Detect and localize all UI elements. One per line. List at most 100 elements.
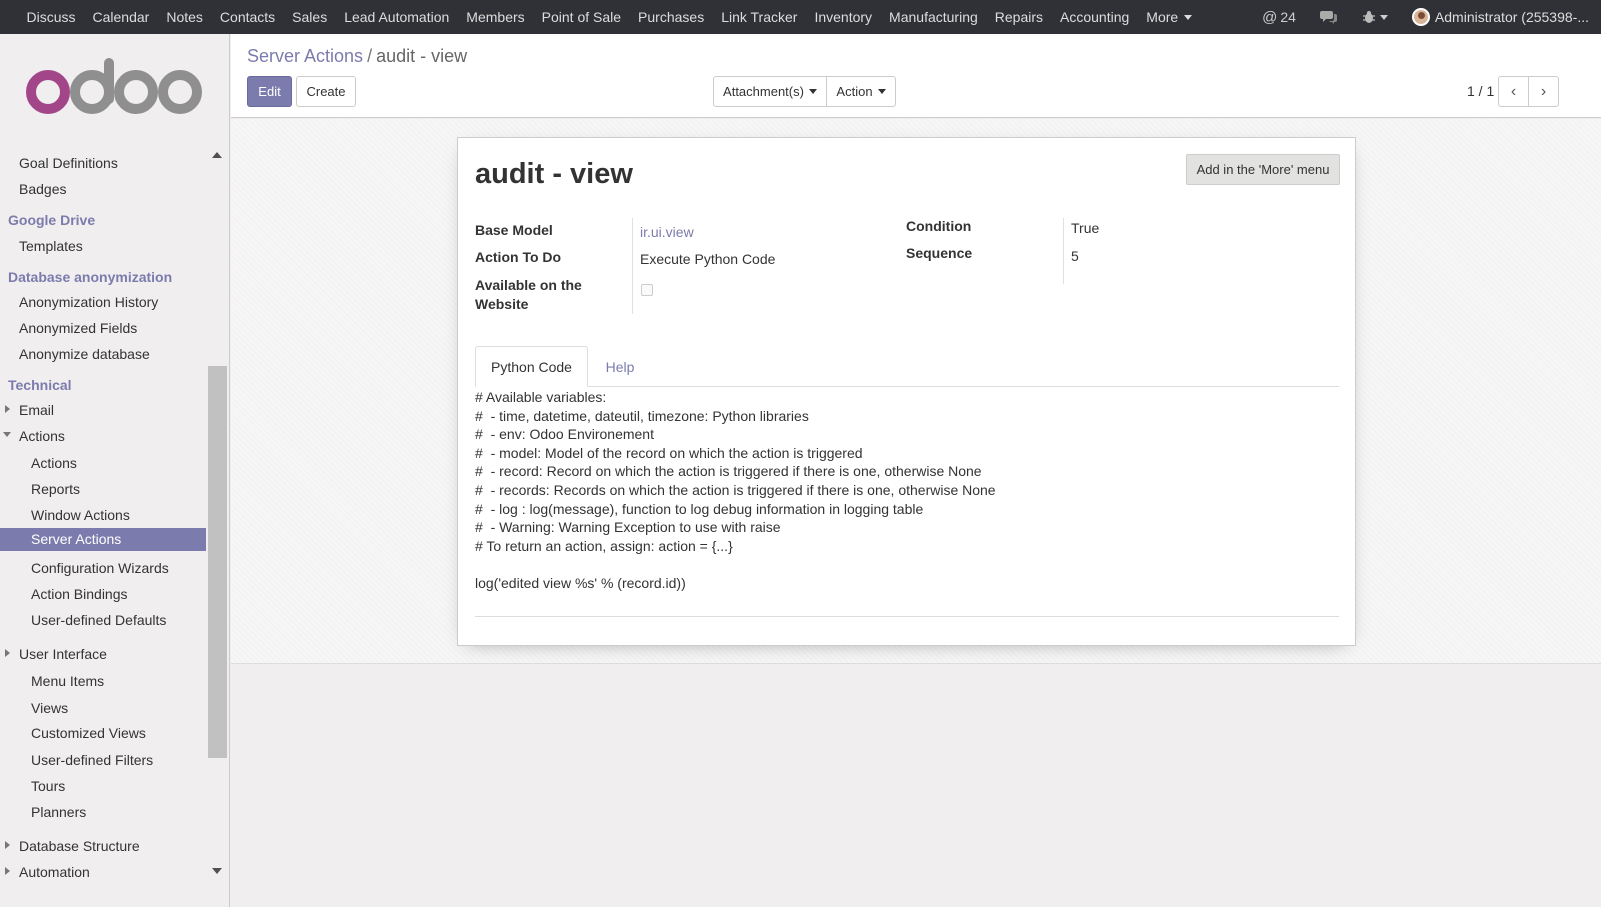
- website-checkbox[interactable]: [641, 284, 653, 296]
- user-menu[interactable]: Administrator (255398-...: [1411, 8, 1591, 26]
- python-code-editor[interactable]: # Available variables: # - time, datetim…: [475, 388, 1339, 593]
- chat-icon[interactable]: [1319, 9, 1338, 25]
- control-panel: Server Actions / audit - view Edit Create …: [231, 34, 1601, 118]
- menu-calendar[interactable]: Calendar: [84, 0, 158, 34]
- menu-contacts[interactable]: Contacts: [211, 0, 283, 34]
- menu-more[interactable]: More: [1138, 0, 1201, 34]
- breadcrumb-current: audit - view: [376, 46, 468, 66]
- action-dropdown[interactable]: Action: [826, 76, 896, 107]
- sidebar-item-configuration-wizards[interactable]: Configuration Wizards: [31, 560, 169, 576]
- sidebar-item-views[interactable]: Views: [31, 700, 68, 716]
- sidebar-item-window-actions[interactable]: Window Actions: [31, 507, 130, 523]
- odoo-logo[interactable]: [26, 58, 206, 124]
- menu-notes[interactable]: Notes: [158, 0, 212, 34]
- code-divider: [475, 616, 1339, 617]
- sidebar-item-email[interactable]: Email: [19, 402, 54, 418]
- pager-value[interactable]: 1 / 1: [1467, 83, 1494, 99]
- sidebar-item-reports[interactable]: Reports: [31, 481, 80, 497]
- menu-sales[interactable]: Sales: [284, 0, 336, 34]
- create-button[interactable]: Create: [296, 76, 356, 107]
- sequence-label: Sequence: [906, 245, 973, 261]
- record-title: audit - view: [475, 158, 633, 190]
- menu-inventory[interactable]: Inventory: [806, 0, 881, 34]
- scroll-down-arrow-icon[interactable]: [212, 868, 222, 874]
- chevron-right-icon: ›: [1540, 82, 1547, 100]
- pager-next-button[interactable]: ›: [1528, 76, 1559, 107]
- app-menu: Discuss Calendar Notes Contacts Sales Le…: [0, 0, 1201, 34]
- caret-down-icon: [1184, 15, 1193, 20]
- menu-link-tracker[interactable]: Link Tracker: [713, 0, 806, 34]
- sidebar-section-google-drive: Google Drive: [8, 212, 96, 228]
- breadcrumb-parent-link[interactable]: Server Actions: [247, 46, 363, 66]
- top-navbar: Discuss Calendar Notes Contacts Sales Le…: [0, 0, 1601, 34]
- action-to-do-label: Action To Do: [475, 249, 562, 265]
- scroll-up-arrow-icon[interactable]: [212, 152, 222, 158]
- sidebar-item-planners[interactable]: Planners: [31, 804, 86, 820]
- menu-manufacturing[interactable]: Manufacturing: [881, 0, 987, 34]
- pager-previous-button[interactable]: ‹: [1498, 76, 1529, 107]
- menu-discuss[interactable]: Discuss: [18, 0, 84, 34]
- action-to-do-value: Execute Python Code: [640, 251, 776, 267]
- mentions-count: 24: [1280, 9, 1296, 25]
- user-name: Administrator (255398-...: [1434, 9, 1589, 25]
- expand-right-icon[interactable]: [5, 867, 10, 875]
- condition-label: Condition: [906, 218, 972, 234]
- sidebar-item-customized-views[interactable]: Customized Views: [31, 725, 146, 741]
- sidebar-item-actions[interactable]: Actions: [19, 428, 65, 444]
- menu-purchases[interactable]: Purchases: [630, 0, 713, 34]
- menu-repairs[interactable]: Repairs: [986, 0, 1051, 34]
- sidebar-item-automation[interactable]: Automation: [19, 864, 90, 880]
- sidebar-item-anonymization-history[interactable]: Anonymization History: [19, 294, 158, 310]
- sidebar-item-label: Server Actions: [31, 531, 122, 547]
- sidebar-item-menu-items[interactable]: Menu Items: [31, 673, 104, 689]
- sidebar-item-user-interface[interactable]: User Interface: [19, 646, 107, 662]
- chevron-left-icon: ‹: [1510, 82, 1517, 100]
- sequence-value: 5: [1071, 248, 1079, 264]
- attachments-dropdown[interactable]: Attachment(s): [713, 76, 827, 107]
- sidebar-item-user-defined-filters[interactable]: User-defined Filters: [31, 752, 153, 768]
- base-model-label: Base Model: [475, 222, 553, 238]
- systray: @ 24 Administrator (255398-...: [1250, 0, 1601, 34]
- edit-button[interactable]: Edit: [247, 76, 292, 107]
- website-label-line1: Available on the: [475, 277, 582, 293]
- menu-point-of-sale[interactable]: Point of Sale: [533, 0, 629, 34]
- sidebar-item-anonymized-fields[interactable]: Anonymized Fields: [19, 320, 137, 336]
- attachments-label: Attachment(s): [723, 84, 804, 99]
- caret-down-icon: [877, 89, 886, 94]
- sidebar-item-anonymize-database[interactable]: Anonymize database: [19, 346, 150, 362]
- menu-accounting[interactable]: Accounting: [1052, 0, 1138, 34]
- tab-python-code[interactable]: Python Code: [475, 346, 588, 387]
- sidebar-item-actions-sub[interactable]: Actions: [31, 455, 77, 471]
- menu-members[interactable]: Members: [458, 0, 533, 34]
- sidebar-section-database-anonymization: Database anonymization: [8, 269, 173, 285]
- expand-right-icon[interactable]: [5, 841, 10, 849]
- collapse-down-icon[interactable]: [3, 432, 11, 437]
- sidebar-item-templates[interactable]: Templates: [19, 238, 83, 254]
- sidebar-item-server-actions[interactable]: Server Actions: [0, 528, 206, 551]
- expand-right-icon[interactable]: [5, 649, 10, 657]
- sidebar-item-action-bindings[interactable]: Action Bindings: [31, 586, 128, 602]
- tab-help[interactable]: Help: [592, 346, 648, 387]
- sidebar-item-user-defined-defaults[interactable]: User-defined Defaults: [31, 612, 166, 628]
- more-label: More: [1146, 9, 1179, 25]
- notebook-tabs: Python Code Help: [475, 346, 1339, 387]
- at-sign-icon: @: [1262, 8, 1278, 26]
- form-sheet: audit - view Add in the 'More' menu Base…: [457, 137, 1356, 646]
- add-more-menu-button[interactable]: Add in the 'More' menu: [1186, 154, 1340, 185]
- mentions-button[interactable]: @ 24: [1262, 9, 1296, 26]
- avatar: [1411, 8, 1430, 26]
- sidebar-scrollbar-thumb[interactable]: [208, 366, 227, 758]
- base-model-link[interactable]: ir.ui.view: [640, 224, 694, 240]
- breadcrumb-separator: /: [367, 46, 373, 66]
- sidebar-item-database-structure[interactable]: Database Structure: [19, 838, 140, 854]
- expand-right-icon[interactable]: [5, 405, 10, 413]
- action-label: Action: [836, 84, 873, 99]
- menu-lead-automation[interactable]: Lead Automation: [336, 0, 458, 34]
- sidebar-item-badges[interactable]: Badges: [19, 181, 66, 197]
- sidebar-item-goal-definitions[interactable]: Goal Definitions: [19, 155, 118, 171]
- website-label-line2: Website: [475, 296, 529, 312]
- condition-value: True: [1071, 220, 1100, 236]
- sidebar-item-tours[interactable]: Tours: [31, 778, 65, 794]
- debug-bug-icon[interactable]: [1362, 10, 1388, 24]
- sidebar-section-technical: Technical: [8, 377, 72, 393]
